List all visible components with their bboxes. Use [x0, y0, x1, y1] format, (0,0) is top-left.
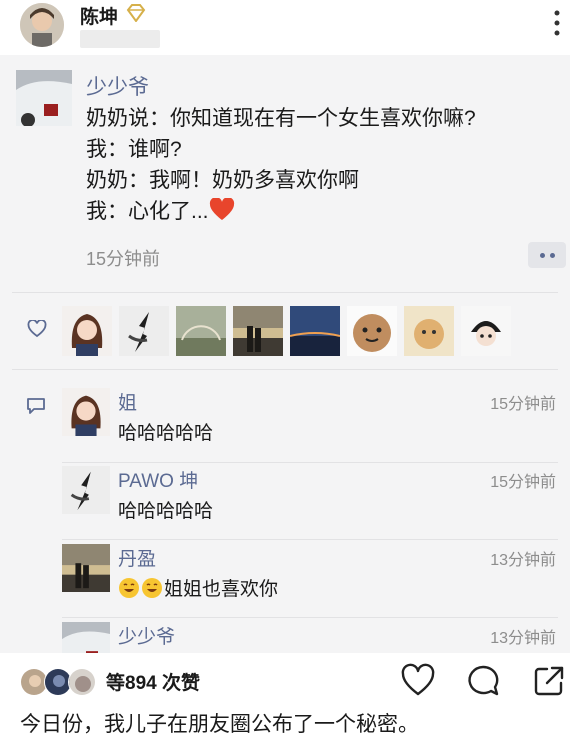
like-count[interactable]: 等894 次赞 [106, 668, 200, 695]
comment-text: 姐姐也喜欢你 [118, 574, 278, 601]
commenter-name[interactable]: 少少爷 [118, 622, 175, 649]
liker-avatar[interactable] [119, 306, 169, 356]
commenter-avatar[interactable] [62, 466, 110, 514]
user-avatar[interactable] [20, 3, 64, 47]
liker-avatar[interactable] [62, 306, 112, 356]
liker-avatar[interactable] [233, 306, 283, 356]
share-arrow-icon[interactable] [531, 663, 567, 699]
more-dots-icon[interactable] [554, 10, 560, 36]
divider [62, 617, 558, 618]
post-line: 我：谁啊? [86, 138, 182, 161]
divider [62, 539, 558, 540]
diamond-vip-icon [126, 4, 146, 22]
blurred-info [80, 30, 160, 48]
comment-text: 哈哈哈哈哈 [118, 501, 214, 522]
heart-outline-icon [27, 320, 47, 338]
commenter-name[interactable]: PAWO 坤 [118, 466, 198, 493]
comment-time: 15分钟前 [490, 396, 556, 413]
commenter-avatar[interactable] [62, 544, 110, 592]
commenter-avatar[interactable] [62, 622, 110, 653]
divider [62, 462, 558, 463]
post-line: 奶奶说：你知道现在有一个女生喜欢你嘛? [86, 107, 476, 130]
commenter-avatar[interactable] [62, 388, 110, 436]
divider [12, 369, 558, 370]
divider [12, 292, 558, 293]
comment-time: 13分钟前 [490, 630, 556, 647]
comment-text-content: 姐姐也喜欢你 [164, 579, 279, 600]
comment-time: 13分钟前 [490, 552, 556, 569]
comment-icon [27, 398, 45, 414]
liker-avatar[interactable] [176, 306, 226, 356]
liker-avatar[interactable] [404, 306, 454, 356]
more-actions-button[interactable] [528, 242, 566, 268]
grinning-face-emoji [119, 578, 139, 598]
comment-time: 15分钟前 [490, 474, 556, 491]
commenter-name[interactable]: 丹盈 [118, 544, 156, 571]
comment-item[interactable]: 丹盈 13分钟前 姐姐也喜欢你 [62, 544, 562, 612]
post-line: 我：心化了... [86, 196, 476, 227]
heart-outline-icon[interactable] [400, 663, 436, 699]
liker-avatar[interactable] [461, 306, 511, 356]
post-caption: 今日份，我儿子在朋友圈公布了一个秘密。 [20, 713, 419, 736]
post-time: 15分钟前 [86, 249, 161, 269]
post-line: 奶奶：我啊！奶奶多喜欢你啊 [86, 169, 359, 192]
poster-name[interactable]: 少少爷 [86, 71, 149, 101]
comment-item[interactable]: PAWO 坤 15分钟前 哈哈哈哈哈 [62, 466, 562, 534]
comment-item[interactable]: 少少爷 13分钟前 [62, 622, 562, 653]
moments-card: 少少爷 奶奶说：你知道现在有一个女生喜欢你嘛? 我：谁啊? 奶奶：我啊！奶奶多喜… [0, 55, 570, 653]
liker-avatar[interactable] [68, 668, 96, 696]
liker-avatar[interactable] [290, 306, 340, 356]
grinning-face-emoji [142, 578, 162, 598]
comment-text: 哈哈哈哈哈 [118, 423, 214, 444]
poster-avatar[interactable] [16, 70, 72, 126]
post-text: 奶奶说：你知道现在有一个女生喜欢你嘛? 我：谁啊? 奶奶：我啊！奶奶多喜欢你啊 … [86, 103, 476, 227]
comment-bubble-icon[interactable] [465, 663, 501, 699]
red-heart-emoji [209, 198, 234, 220]
commenter-name[interactable]: 姐 [118, 388, 137, 415]
comment-item[interactable]: 姐 15分钟前 哈哈哈哈哈 [62, 388, 562, 456]
liker-avatar[interactable] [347, 306, 397, 356]
user-name[interactable]: 陈坤 [80, 2, 118, 29]
